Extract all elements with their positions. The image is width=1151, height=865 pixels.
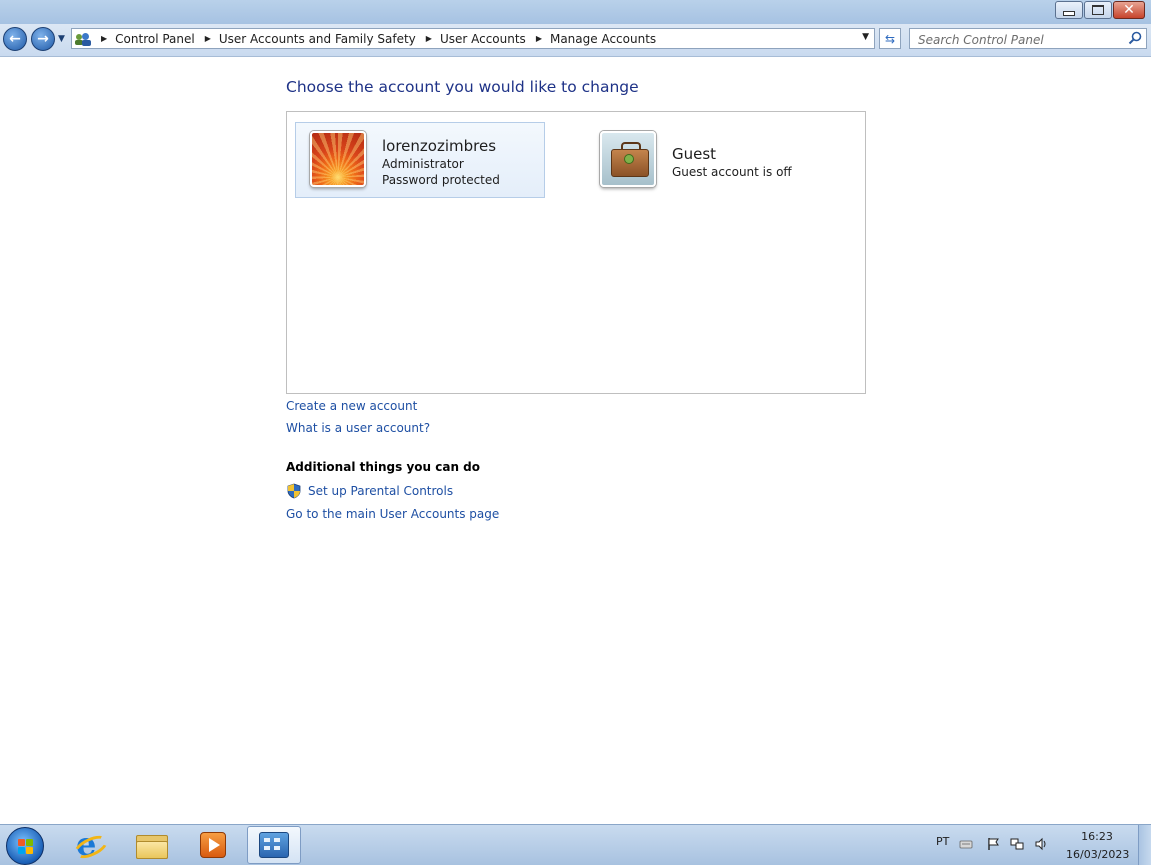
account-type: Administrator: [382, 157, 464, 171]
window-controls: ✕: [1054, 1, 1145, 19]
search-icon[interactable]: [1128, 31, 1142, 45]
accounts-list: lorenzozimbres Administrator Password pr…: [286, 111, 866, 394]
title-bar: ✕: [0, 0, 1151, 24]
account-name: lorenzozimbres: [382, 137, 497, 155]
address-bar[interactable]: ▶ Control Panel ▶ User Accounts and Fami…: [71, 28, 875, 49]
show-desktop-button[interactable]: [1138, 825, 1151, 865]
close-button[interactable]: ✕: [1113, 1, 1145, 19]
briefcase-avatar: [600, 131, 656, 187]
windows-explorer-icon: [136, 833, 168, 859]
forward-button[interactable]: →: [31, 27, 55, 51]
page-title: Choose the account you would like to cha…: [286, 78, 639, 96]
additional-things-heading: Additional things you can do: [286, 460, 481, 474]
taskbar-control-panel[interactable]: [247, 826, 301, 864]
breadcrumb-control-panel[interactable]: Control Panel: [115, 32, 195, 46]
search-box[interactable]: [909, 28, 1147, 49]
navigation-bar: ← → ▼ ▶ Control Panel ▶ User Accounts an…: [0, 24, 1151, 57]
orange-flower-avatar: [310, 131, 366, 187]
what-is-user-account-link[interactable]: What is a user account?: [286, 421, 430, 435]
start-orb-icon[interactable]: [6, 827, 44, 865]
account-status: Guest account is off: [672, 165, 792, 179]
refresh-button[interactable]: ⇆: [879, 28, 901, 49]
account-password-status: Password protected: [382, 173, 500, 187]
back-button[interactable]: ←: [3, 27, 27, 51]
user-accounts-icon: [75, 32, 91, 46]
keyboard-icon[interactable]: [959, 837, 973, 851]
restore-button[interactable]: [1084, 1, 1112, 19]
taskbar-windows-explorer[interactable]: [124, 826, 178, 864]
create-account-link[interactable]: Create a new account: [286, 399, 417, 413]
breadcrumb-user-accounts-family-safety[interactable]: User Accounts and Family Safety: [219, 32, 416, 46]
parental-controls-link[interactable]: Set up Parental Controls: [308, 484, 453, 498]
main-user-accounts-link[interactable]: Go to the main User Accounts page: [286, 507, 499, 521]
address-dropdown-icon[interactable]: ▼: [862, 32, 869, 42]
uac-shield-icon: [287, 483, 301, 499]
recent-pages-dropdown[interactable]: ▼: [58, 34, 65, 44]
breadcrumb-separator-icon[interactable]: ▶: [101, 34, 107, 43]
internet-explorer-icon: e: [70, 828, 112, 863]
clock-date[interactable]: 16/03/2023: [1066, 848, 1129, 861]
taskbar-internet-explorer[interactable]: e: [62, 826, 116, 864]
search-input[interactable]: [916, 30, 1130, 49]
breadcrumb-separator-icon[interactable]: ▶: [205, 34, 211, 43]
clock-time[interactable]: 16:23: [1081, 830, 1113, 843]
volume-icon[interactable]: [1034, 837, 1048, 851]
breadcrumb-manage-accounts[interactable]: Manage Accounts: [550, 32, 656, 46]
refresh-icon: ⇆: [884, 31, 896, 46]
account-tile-guest[interactable]: Guest Guest account is off: [585, 122, 835, 198]
forward-arrow-icon: →: [37, 31, 49, 47]
media-player-icon: [200, 832, 226, 858]
account-name: Guest: [672, 145, 717, 163]
control-panel-icon: [259, 832, 289, 858]
breadcrumb-separator-icon[interactable]: ▶: [536, 34, 542, 43]
back-arrow-icon: ←: [9, 31, 21, 47]
minimize-icon: [1063, 10, 1075, 16]
action-center-flag-icon[interactable]: [986, 837, 1000, 851]
minimize-button[interactable]: [1055, 1, 1083, 19]
restore-icon: [1092, 5, 1104, 15]
close-icon: ✕: [1123, 2, 1135, 18]
taskbar: e PT 16:23 16/03/2023: [0, 824, 1151, 865]
breadcrumb-separator-icon[interactable]: ▶: [426, 34, 432, 43]
account-tile-lorenzozimbres[interactable]: lorenzozimbres Administrator Password pr…: [295, 122, 545, 198]
network-icon[interactable]: [1010, 837, 1024, 851]
taskbar-media-player[interactable]: [186, 826, 240, 864]
breadcrumb-user-accounts[interactable]: User Accounts: [440, 32, 526, 46]
language-indicator[interactable]: PT: [936, 835, 949, 848]
